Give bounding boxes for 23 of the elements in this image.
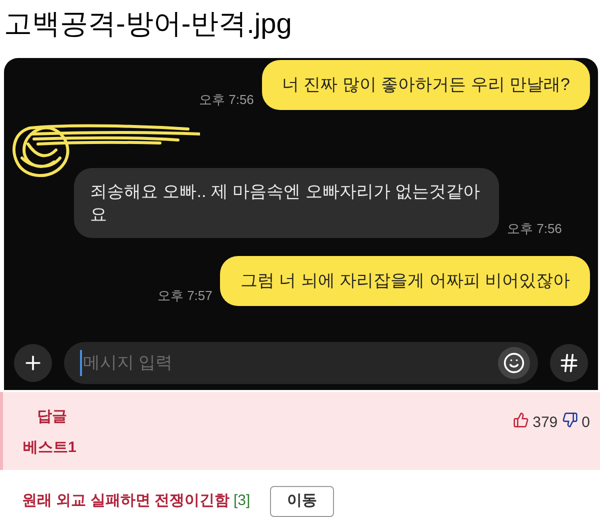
emoji-button[interactable] <box>498 347 530 379</box>
smile-icon <box>503 352 525 374</box>
image-title: 고백공격-방어-반격.jpg <box>3 7 293 41</box>
dislike-count: 0 <box>582 413 590 433</box>
message-input[interactable]: 메시지 입력 <box>80 350 498 376</box>
add-button[interactable] <box>14 344 52 382</box>
sent-message: 너 진짜 많이 좋아하거든 우리 만날래? <box>262 60 590 110</box>
received-message: 죄송해요 오빠.. 제 마음속엔 오빠자리가 없는것같아요 <box>74 168 499 238</box>
comment-count: [3] <box>234 491 250 511</box>
like-count: 379 <box>532 413 558 433</box>
message-time: 오후 7:56 <box>199 91 254 109</box>
reply-label: 답글 <box>36 407 67 427</box>
hashtag-button[interactable] <box>550 344 588 382</box>
message-time: 오후 7:57 <box>157 287 212 306</box>
post-title[interactable]: 원래 외교 실패하면 전쟁이긴함 <box>22 490 230 512</box>
message-field[interactable]: 메시지 입력 <box>64 342 538 384</box>
rank-label: 베스트1 <box>23 438 76 458</box>
hash-icon <box>558 352 580 374</box>
thumbs-down-icon[interactable] <box>562 412 578 428</box>
message-time: 오후 7:56 <box>507 220 562 238</box>
thumbs-up-icon[interactable] <box>512 412 529 428</box>
move-button[interactable]: 이동 <box>270 486 334 516</box>
sent-message: 그럼 너 뇌에 자리잡을게 어짜피 비어있잖아 <box>220 256 590 306</box>
